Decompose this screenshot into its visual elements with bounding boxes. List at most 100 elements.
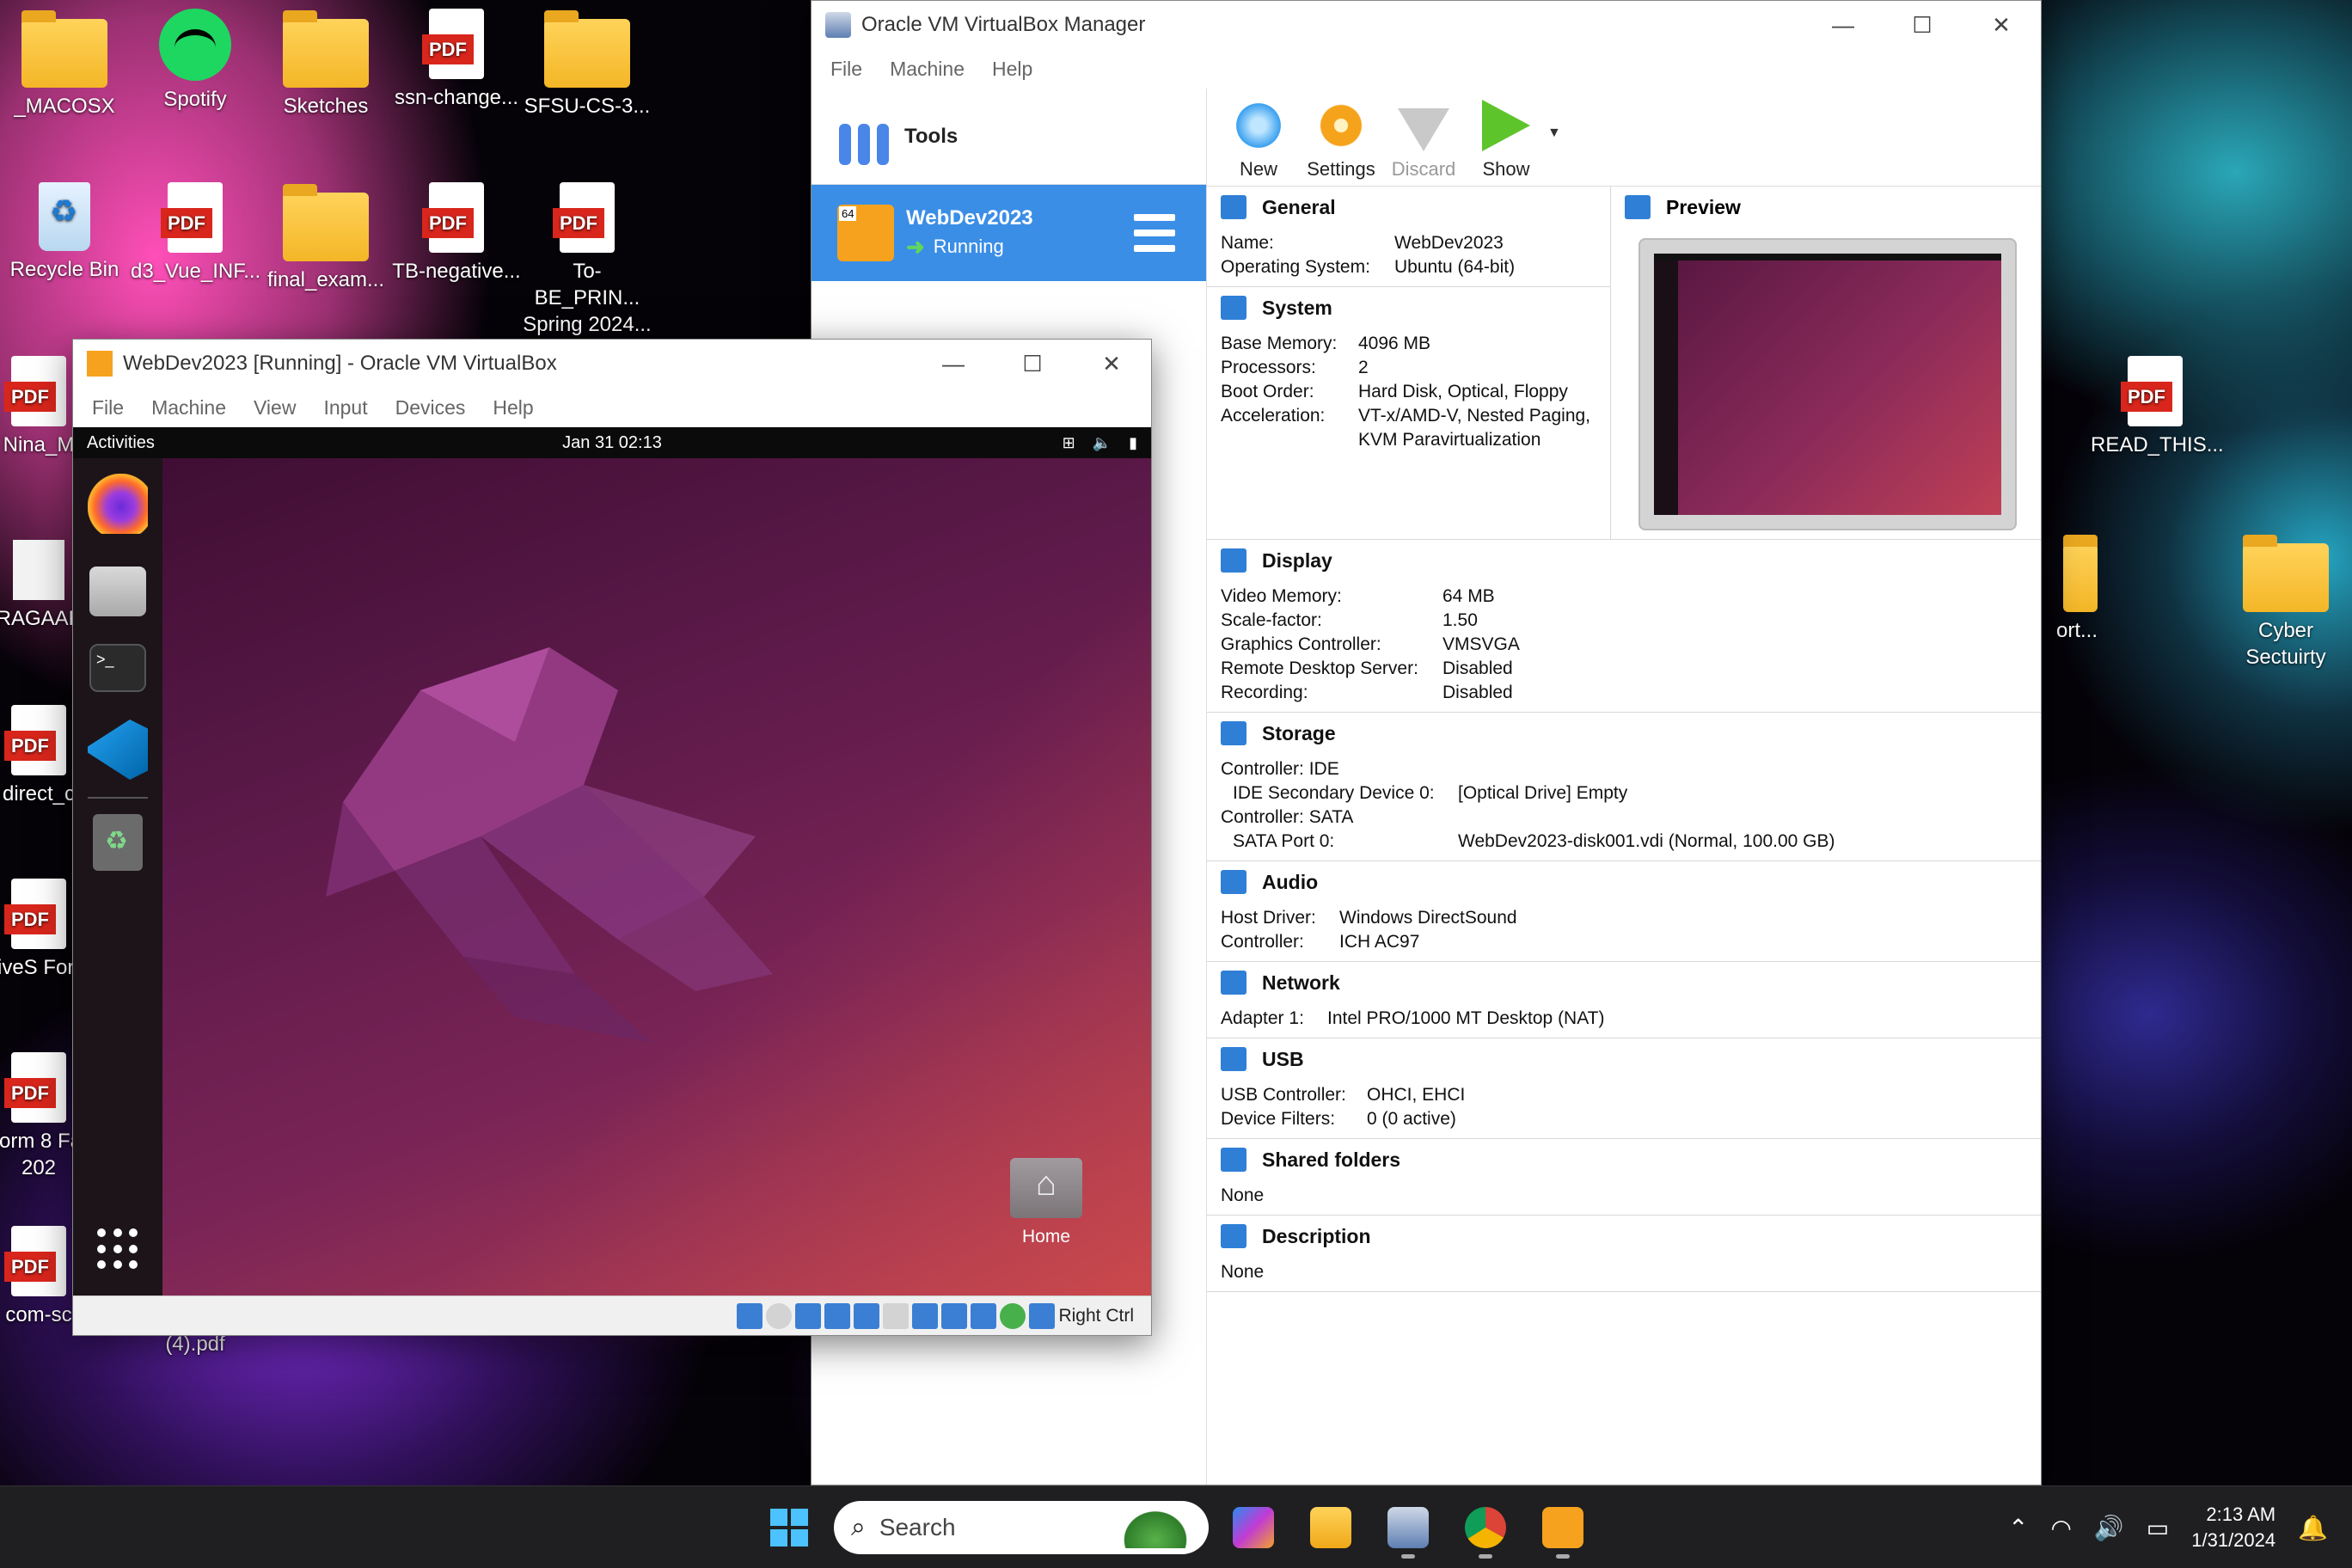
shared-folders-header[interactable]: Shared folders xyxy=(1221,1148,2027,1172)
taskbar-virtualbox[interactable] xyxy=(1375,1495,1441,1560)
show-apps-icon[interactable] xyxy=(97,1228,138,1270)
guest-screen[interactable]: Activities Jan 31 02:13 ⊞ 🔈 ▮ >_ ♻ ⌂ Hom… xyxy=(73,427,1151,1295)
virtualbox-icon xyxy=(1387,1507,1429,1548)
guest-clock[interactable]: Jan 31 02:13 xyxy=(73,433,1151,453)
mouse-integration-icon[interactable] xyxy=(1000,1302,1026,1329)
taskbar-vm-webdev2023[interactable] xyxy=(1530,1495,1596,1560)
desktop-icon-label: READ_THIS... xyxy=(2091,433,2224,456)
settings-button[interactable]: Settings xyxy=(1300,100,1382,186)
title-bar[interactable]: Oracle VM VirtualBox Manager — ☐ ✕ xyxy=(812,1,2041,49)
storage-section: Storage Controller: IDE IDE Secondary De… xyxy=(1207,713,2041,861)
desktop-icon-to-be-prin[interactable]: PDF To-BE_PRIN... Spring 2024... xyxy=(523,182,652,338)
usb-icon[interactable] xyxy=(854,1302,880,1329)
firefox-icon[interactable] xyxy=(88,474,148,534)
recording-icon[interactable] xyxy=(941,1302,968,1329)
network-adapter-icon[interactable] xyxy=(824,1302,851,1329)
discard-button[interactable]: Discard xyxy=(1382,100,1465,186)
detail-row: Controller: ICH AC97 xyxy=(1221,932,1420,952)
general-header[interactable]: General xyxy=(1221,195,1596,219)
taskbar-chrome[interactable] xyxy=(1453,1495,1518,1560)
network-header[interactable]: Network xyxy=(1221,971,2027,995)
menu-bar: File Machine Help xyxy=(812,49,2041,89)
pdf-file-icon: PDF xyxy=(553,182,615,253)
document-icon xyxy=(13,540,64,600)
desktop-icon-recycle-bin[interactable]: ♻ Recycle Bin xyxy=(0,182,129,283)
volume-icon[interactable]: 🔊 xyxy=(2094,1514,2124,1542)
menu-file[interactable]: File xyxy=(78,396,138,420)
new-button[interactable]: New xyxy=(1217,100,1300,186)
vt-x-icon[interactable] xyxy=(971,1302,997,1329)
chrome-icon xyxy=(1465,1507,1506,1548)
menu-help[interactable]: Help xyxy=(479,396,547,420)
desktop-icon-label: Recycle Bin xyxy=(9,258,119,281)
optical-drive-icon[interactable] xyxy=(766,1302,793,1329)
battery-icon[interactable]: ▭ xyxy=(2147,1514,2169,1542)
display-icon[interactable] xyxy=(912,1302,939,1329)
desktop-icon-spotify[interactable]: Spotify xyxy=(131,9,260,113)
desktop-icon-macosx[interactable]: _MACOSX xyxy=(0,9,129,119)
maximize-button[interactable]: ☐ xyxy=(1883,1,1962,49)
menu-machine[interactable]: Machine xyxy=(876,58,978,81)
description-header[interactable]: Description xyxy=(1221,1224,2027,1248)
title-bar[interactable]: WebDev2023 [Running] - Oracle VM Virtual… xyxy=(73,340,1151,388)
menu-devices[interactable]: Devices xyxy=(382,396,480,420)
details-pane: New Settings Discard Show ▼ General Name… xyxy=(1207,89,2041,1485)
taskbar-copilot[interactable] xyxy=(1221,1495,1286,1560)
taskbar-file-explorer[interactable] xyxy=(1298,1495,1363,1560)
desktop-icon-sketches[interactable]: Sketches xyxy=(261,9,390,119)
system-tray[interactable]: ⊞ 🔈 ▮ xyxy=(1063,434,1137,452)
maximize-button[interactable]: ☐ xyxy=(993,340,1072,388)
usb-header[interactable]: USB xyxy=(1221,1047,2027,1071)
show-dropdown-icon[interactable]: ▼ xyxy=(1547,126,1561,141)
desktop-icon-ssn-change[interactable]: PDF ssn-change... xyxy=(392,9,521,111)
desktop-icon-d3-vue[interactable]: PDF d3_Vue_INF... xyxy=(131,182,260,285)
usb-icon xyxy=(1221,1047,1246,1071)
terminal-icon[interactable]: >_ xyxy=(89,644,146,692)
vscode-icon[interactable] xyxy=(88,720,148,780)
notification-bell-icon[interactable]: 🔔 xyxy=(2298,1514,2328,1542)
start-button[interactable] xyxy=(756,1495,822,1560)
taskbar-clock[interactable]: 2:13 AM 1/31/2024 xyxy=(2191,1502,2275,1553)
close-button[interactable]: ✕ xyxy=(1072,340,1151,388)
system-header[interactable]: System xyxy=(1221,296,1596,320)
preview-header[interactable]: Preview xyxy=(1625,195,2027,219)
close-button[interactable]: ✕ xyxy=(1962,1,2041,49)
hard-disk-icon[interactable] xyxy=(737,1302,763,1329)
virtualbox-logo-icon xyxy=(825,12,851,38)
audio-header[interactable]: Audio xyxy=(1221,870,2027,894)
vm-details-menu-icon[interactable] xyxy=(1134,214,1175,252)
vm-list-item-webdev2023[interactable]: WebDev2023 ➜ Running xyxy=(812,185,1206,281)
jellyfish-wallpaper-art xyxy=(326,647,773,1043)
wifi-icon[interactable]: ◠ xyxy=(2050,1514,2071,1542)
menu-file[interactable]: File xyxy=(817,58,876,81)
host-key-label[interactable]: Right Ctrl xyxy=(1058,1306,1134,1326)
clock-date: 1/31/2024 xyxy=(2191,1529,2276,1551)
menu-help[interactable]: Help xyxy=(978,58,1046,81)
desktop-icon-cyber-security[interactable]: Cyber Sectuirty xyxy=(2221,533,2350,671)
storage-header[interactable]: Storage xyxy=(1221,721,2027,745)
keyboard-capture-icon[interactable] xyxy=(1029,1302,1056,1329)
chevron-up-icon[interactable]: ⌃ xyxy=(2008,1514,2028,1542)
activities-button[interactable]: Activities xyxy=(87,433,155,453)
minimize-button[interactable]: — xyxy=(1804,1,1883,49)
search-icon: ⌕ xyxy=(851,1513,866,1541)
search-input[interactable]: ⌕ Search xyxy=(834,1501,1209,1554)
show-button[interactable]: Show xyxy=(1465,100,1547,186)
home-folder-shortcut[interactable]: Home xyxy=(995,1158,1098,1247)
menu-view[interactable]: View xyxy=(240,396,309,420)
desktop-icon-label: Spotify xyxy=(163,88,227,111)
audio-icon[interactable] xyxy=(795,1302,822,1329)
menu-machine[interactable]: Machine xyxy=(138,396,240,420)
trash-icon[interactable] xyxy=(93,814,143,871)
menu-input[interactable]: Input xyxy=(309,396,381,420)
files-icon[interactable] xyxy=(89,567,146,616)
desktop-icon-final-exam[interactable]: final_exam... xyxy=(261,182,390,293)
home-label: Home xyxy=(1021,1227,1071,1246)
desktop-icon-tb-negative[interactable]: PDF TB-negative... xyxy=(392,182,521,285)
minimize-button[interactable]: — xyxy=(914,340,993,388)
display-header[interactable]: Display xyxy=(1221,548,2027,573)
tools-item[interactable]: Tools xyxy=(812,89,1206,185)
desktop-icon-sfsu[interactable]: SFSU-CS-3... xyxy=(523,9,652,119)
desktop-icon-read-this[interactable]: PDF READ_THIS... xyxy=(2091,356,2224,458)
shared-folders-icon[interactable] xyxy=(883,1302,910,1329)
